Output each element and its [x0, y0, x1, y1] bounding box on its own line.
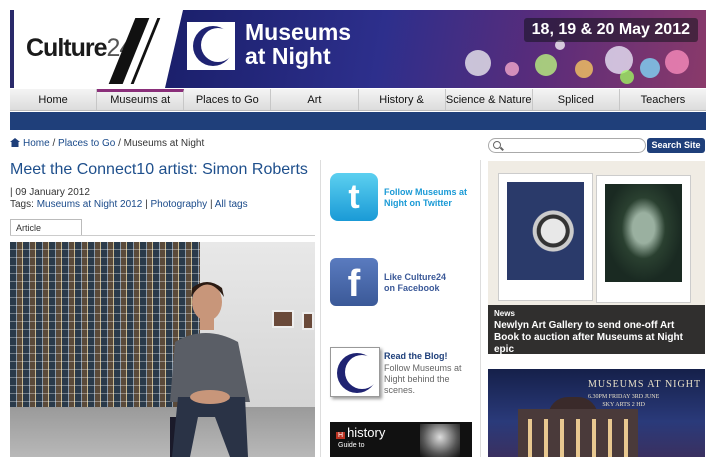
breadcrumb-current: Museums at Night: [123, 138, 205, 149]
tag-link[interactable]: Museums at Night 2012: [37, 199, 143, 210]
culture24-logo[interactable]: Culture24: [10, 10, 173, 88]
nav-item-places-to-go[interactable]: Places to Go: [184, 89, 272, 110]
promo-details: 6.30PM FRIDAY 3RD JUNE SKY ARTS 2 HD: [588, 394, 660, 408]
tab-divider: [10, 235, 315, 236]
breadcrumb-places-to-go[interactable]: Places to Go: [58, 138, 115, 149]
breadcrumb-home[interactable]: Home: [23, 138, 50, 149]
history-guide-ad[interactable]: Hhistory Guide to: [330, 422, 472, 457]
bokeh-light: [465, 50, 491, 76]
promo-title: MUSEUMS AT NIGHT: [588, 379, 702, 390]
bokeh-light: [640, 58, 660, 78]
bokeh-light: [665, 50, 689, 74]
breadcrumb: Home / Places to Go / Museums at Night: [10, 138, 204, 149]
tag-link-all[interactable]: All tags: [215, 199, 248, 210]
tag-link[interactable]: Photography: [150, 199, 207, 210]
search-button[interactable]: Search Site: [647, 138, 705, 153]
banner-title: Museums at Night: [245, 19, 352, 69]
art-book-page: [596, 175, 691, 303]
event-dates: 18, 19 & 20 May 2012: [523, 18, 698, 42]
article-date: | 09 January 2012: [10, 187, 90, 198]
news-caption: News Newlyn Art Gallery to send one-off …: [488, 305, 705, 354]
museums-at-night-banner[interactable]: Museums at Night 18, 19 & 20 May 2012: [165, 10, 706, 88]
tab-article[interactable]: Article: [10, 219, 82, 236]
twitter-icon: t: [330, 173, 378, 221]
nav-item-art[interactable]: Art: [271, 89, 359, 110]
nav-item-museums-at-night[interactable]: Museums at Night: [97, 89, 185, 123]
search-icon: [493, 141, 501, 149]
moon-logo-icon: [187, 22, 235, 70]
search-input[interactable]: [488, 138, 646, 153]
art-book-page: [498, 173, 593, 301]
nav-item-home[interactable]: Home: [10, 89, 98, 110]
sub-nav-bar: [10, 112, 706, 130]
man-silhouette: [170, 282, 250, 457]
bokeh-light: [505, 62, 519, 76]
nav-item-history-heritage[interactable]: History & Heritage: [359, 89, 446, 128]
home-icon[interactable]: [10, 138, 20, 147]
main-nav: Home Museums at Night Places to Go Art H…: [10, 89, 706, 128]
article-title: Meet the Connect10 artist: Simon Roberts: [10, 161, 308, 178]
sky-arts-promo[interactable]: MUSEUMS AT NIGHT 6.30PM FRIDAY 3RD JUNE …: [488, 369, 705, 457]
bokeh-light: [620, 70, 634, 84]
moon-logo-icon: [330, 347, 380, 397]
statue-image: [420, 424, 460, 457]
nav-item-teachers[interactable]: Teachers: [620, 89, 706, 110]
bokeh-light: [575, 60, 593, 78]
news-headline[interactable]: Newlyn Art Gallery to send one-off Art B…: [494, 320, 699, 354]
history-channel-icon: H: [336, 432, 346, 439]
nav-item-science-nature[interactable]: Science & Nature: [446, 89, 533, 110]
logo-text-main: Culture: [26, 34, 107, 62]
article-photo: [10, 242, 315, 457]
facebook-icon: f: [330, 258, 378, 306]
news-card[interactable]: News Newlyn Art Gallery to send one-off …: [488, 161, 705, 354]
article-tags: Tags: Museums at Night 2012 | Photograph…: [10, 199, 248, 210]
site-banner: Culture24 Museums at Night 18, 19 & 20 M…: [10, 10, 706, 88]
bokeh-light: [535, 54, 557, 76]
nav-item-spliced[interactable]: Spliced: [533, 89, 620, 110]
